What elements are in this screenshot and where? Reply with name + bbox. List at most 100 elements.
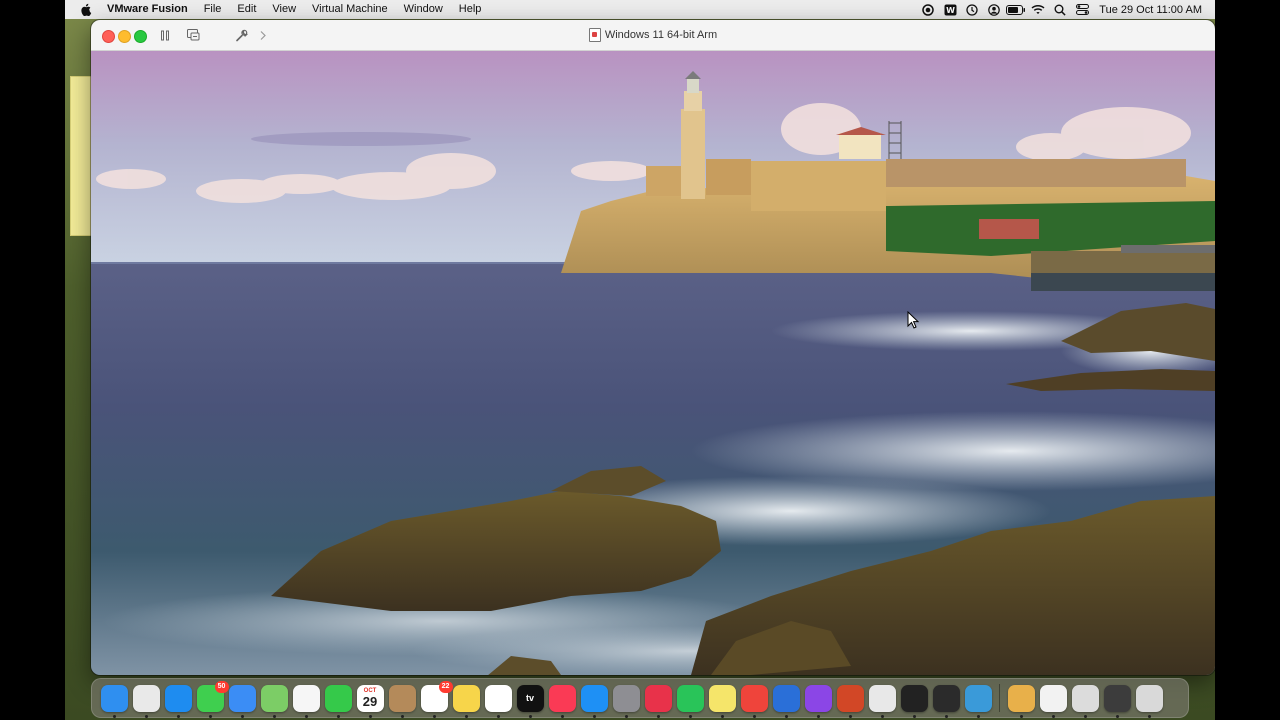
freeform-icon[interactable] bbox=[484, 684, 512, 718]
running-indicator bbox=[816, 714, 820, 718]
running-indicator bbox=[1083, 714, 1087, 718]
running-indicator bbox=[368, 714, 372, 718]
screen-stack-icon[interactable] bbox=[1103, 684, 1131, 718]
window-title-text: Windows 11 64-bit Arm bbox=[604, 29, 718, 41]
quicktime-icon[interactable] bbox=[964, 684, 992, 718]
running-indicator bbox=[848, 714, 852, 718]
recent-stack-icon[interactable] bbox=[1071, 684, 1099, 718]
running-indicator bbox=[528, 714, 532, 718]
running-indicator bbox=[752, 714, 756, 718]
running-indicator bbox=[1147, 714, 1151, 718]
dock-separator bbox=[999, 684, 1000, 712]
time-machine-icon[interactable] bbox=[961, 0, 983, 19]
status-area: W Tue 29 Oct 11:00 AM bbox=[917, 0, 1215, 19]
window-title: Windows 11 64-bit Arm bbox=[91, 20, 1215, 50]
running-indicator bbox=[272, 714, 276, 718]
menu-view[interactable]: View bbox=[264, 0, 304, 19]
dock: 50 OCT 29 22 tv bbox=[91, 678, 1189, 718]
running-indicator bbox=[592, 714, 596, 718]
powerpoint-icon[interactable] bbox=[836, 684, 864, 718]
running-indicator bbox=[624, 714, 628, 718]
notification-badge: 50 bbox=[214, 680, 229, 693]
finder-icon[interactable] bbox=[100, 684, 128, 718]
wifi-icon[interactable] bbox=[1027, 0, 1049, 19]
script-editor-icon[interactable] bbox=[868, 684, 896, 718]
vm-document-icon bbox=[588, 28, 601, 42]
running-indicator bbox=[400, 714, 404, 718]
calendar-icon[interactable]: OCT 29 bbox=[356, 684, 384, 718]
mouse-pointer-icon bbox=[907, 310, 920, 329]
running-indicator bbox=[656, 714, 660, 718]
running-indicator bbox=[464, 714, 468, 718]
wallpaper-image bbox=[91, 51, 1215, 675]
trash-icon[interactable] bbox=[1135, 684, 1163, 718]
control-center-icon[interactable] bbox=[1071, 0, 1093, 19]
menu-window[interactable]: Window bbox=[396, 0, 451, 19]
vmware-window: Windows 11 64-bit Arm bbox=[91, 20, 1215, 675]
whatsapp-icon[interactable] bbox=[676, 684, 704, 718]
mac-desktop: VMware Fusion File Edit View Virtual Mac… bbox=[65, 0, 1215, 720]
notes-icon[interactable] bbox=[452, 684, 480, 718]
menu-help[interactable]: Help bbox=[451, 0, 490, 19]
terminal-icon[interactable] bbox=[900, 684, 928, 718]
maps-icon[interactable] bbox=[260, 684, 288, 718]
running-indicator bbox=[336, 714, 340, 718]
stickies-icon[interactable] bbox=[708, 684, 736, 718]
mail-icon[interactable] bbox=[228, 684, 256, 718]
downloads-stack-icon[interactable] bbox=[1007, 684, 1035, 718]
notification-badge: 22 bbox=[438, 680, 453, 693]
apple-tv-icon[interactable]: tv bbox=[516, 684, 544, 718]
calendar-day: 29 bbox=[362, 693, 378, 709]
running-indicator bbox=[688, 714, 692, 718]
svg-text:W: W bbox=[946, 6, 955, 15]
running-indicator bbox=[1051, 714, 1055, 718]
safari-icon[interactable] bbox=[164, 684, 192, 718]
running-indicator bbox=[944, 714, 948, 718]
running-indicator bbox=[912, 714, 916, 718]
running-indicator bbox=[304, 714, 308, 718]
running-indicator bbox=[976, 714, 980, 718]
running-indicator bbox=[1019, 714, 1023, 718]
menu-bar: VMware Fusion File Edit View Virtual Mac… bbox=[65, 0, 1215, 19]
dock-app-label: tv bbox=[525, 693, 534, 703]
facetime-icon[interactable] bbox=[324, 684, 352, 718]
app-store-icon[interactable] bbox=[580, 684, 608, 718]
running-indicator bbox=[880, 714, 884, 718]
reminders-icon[interactable]: 22 bbox=[420, 680, 453, 718]
menu-virtual-machine[interactable]: Virtual Machine bbox=[304, 0, 396, 19]
running-indicator bbox=[720, 714, 724, 718]
launchpad-icon[interactable] bbox=[132, 684, 160, 718]
menu-edit[interactable]: Edit bbox=[229, 0, 264, 19]
running-indicator bbox=[432, 714, 436, 718]
running-indicator bbox=[240, 714, 244, 718]
photos-icon[interactable] bbox=[292, 684, 320, 718]
wps-writer-icon[interactable] bbox=[804, 684, 832, 718]
running-indicator bbox=[176, 714, 180, 718]
document-stack-icon[interactable] bbox=[1039, 684, 1067, 718]
wps-icon[interactable]: W bbox=[939, 0, 961, 19]
running-indicator bbox=[1115, 714, 1119, 718]
battery-icon[interactable] bbox=[1005, 0, 1027, 19]
app-menu-vmware-fusion[interactable]: VMware Fusion bbox=[103, 0, 196, 19]
apple-icon[interactable] bbox=[79, 3, 93, 17]
messages-icon[interactable]: 50 bbox=[196, 680, 229, 718]
record-icon[interactable] bbox=[917, 0, 939, 19]
user-icon[interactable] bbox=[983, 0, 1005, 19]
menu-file[interactable]: File bbox=[196, 0, 230, 19]
search-icon[interactable] bbox=[1049, 0, 1071, 19]
final-cut-icon[interactable] bbox=[932, 684, 960, 718]
running-indicator bbox=[496, 714, 500, 718]
wps-office-icon[interactable] bbox=[644, 684, 672, 718]
anydesk-icon[interactable] bbox=[740, 684, 768, 718]
window-title-bar[interactable]: Windows 11 64-bit Arm bbox=[91, 20, 1215, 51]
contacts-icon[interactable] bbox=[388, 684, 416, 718]
running-indicator bbox=[208, 714, 212, 718]
running-indicator bbox=[112, 714, 116, 718]
remote-desktop-icon[interactable] bbox=[772, 684, 800, 718]
guest-display[interactable] bbox=[91, 51, 1215, 675]
system-settings-icon[interactable] bbox=[612, 684, 640, 718]
running-indicator bbox=[560, 714, 564, 718]
menu-bar-clock[interactable]: Tue 29 Oct 11:00 AM bbox=[1093, 4, 1202, 16]
running-indicator bbox=[144, 714, 148, 718]
music-icon[interactable] bbox=[548, 684, 576, 718]
